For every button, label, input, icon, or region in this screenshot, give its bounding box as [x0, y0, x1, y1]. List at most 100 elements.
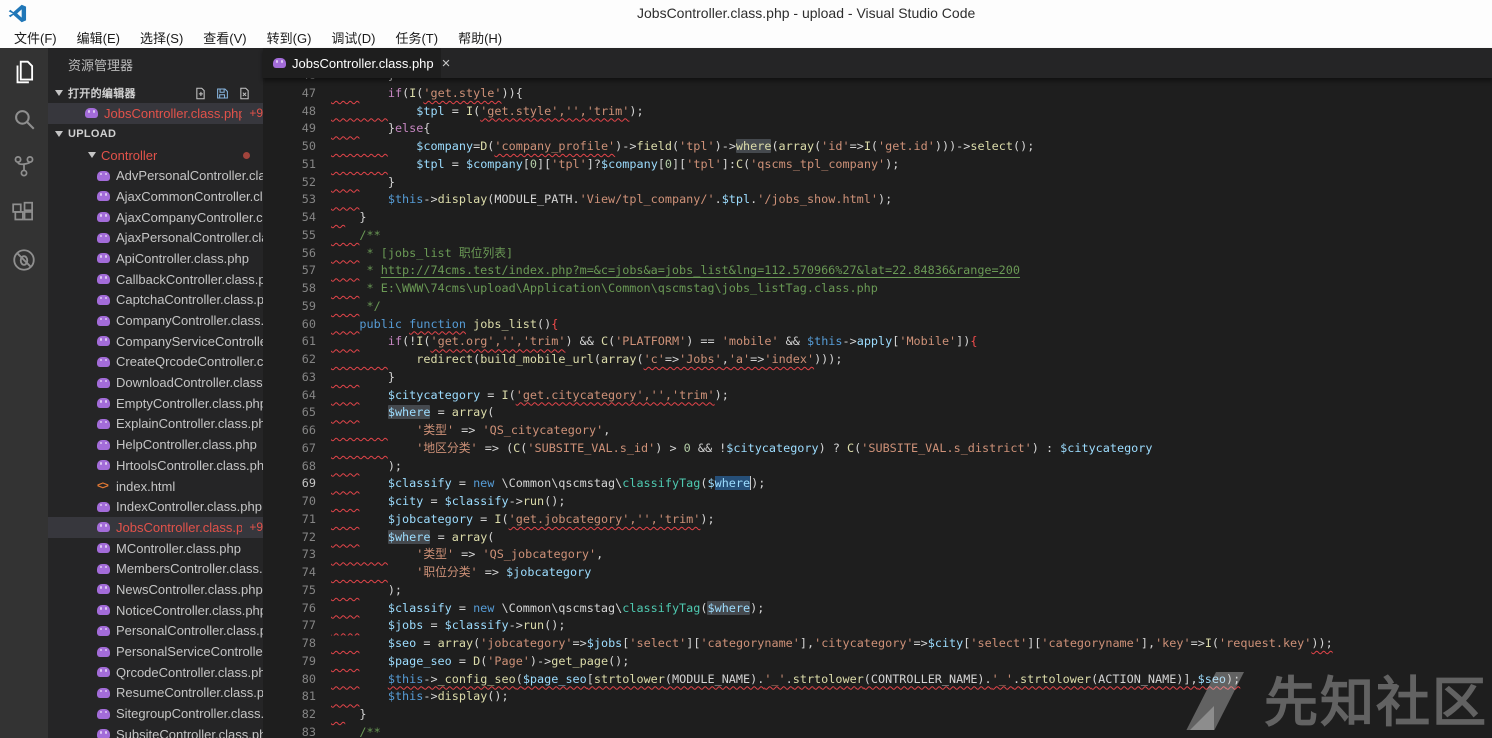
code-line[interactable]: 54 } [263, 209, 1333, 227]
tree-item[interactable]: CompanyController.class.p... [48, 310, 263, 331]
tree-item[interactable]: NewsController.class.php [48, 579, 263, 600]
code-line[interactable]: 75 ); [263, 582, 1333, 600]
tree-item[interactable]: AdvPersonalController.clas... [48, 165, 263, 186]
menu-item[interactable]: 转到(G) [257, 28, 322, 47]
code-line[interactable]: 59 */ [263, 298, 1333, 316]
menu-item[interactable]: 任务(T) [385, 28, 448, 47]
tab-jobscontroller[interactable]: JobsController.class.php × [263, 48, 441, 78]
tree-item[interactable]: <>index.html [48, 476, 263, 497]
code-line[interactable]: 66 '类型' => 'QS_citycategory', [263, 422, 1333, 440]
tree-item[interactable]: HrtoolsController.class.php [48, 455, 263, 476]
tree-item[interactable]: EmptyController.class.php [48, 393, 263, 414]
menu-item[interactable]: 文件(F) [4, 28, 67, 47]
line-number: 64 [263, 387, 331, 405]
code-line[interactable]: 55 /** [263, 227, 1333, 245]
tree-item[interactable]: PersonalServiceController.... [48, 641, 263, 662]
line-number: 74 [263, 564, 331, 582]
line-number: 78 [263, 635, 331, 653]
code-line[interactable]: 70 $city = $classify->run(); [263, 493, 1333, 511]
tree-item[interactable]: CreateQrcodeController.cl... [48, 352, 263, 373]
code-editor[interactable]: 46 }47 if(I('get.style')){48 $tpl = I('g… [263, 78, 1492, 738]
tree-item[interactable]: ApiController.class.php [48, 248, 263, 269]
code-line[interactable]: 76 $classify = new \Common\qscmstag\clas… [263, 600, 1333, 618]
code-line[interactable]: 47 if(I('get.style')){ [263, 85, 1333, 103]
code-line[interactable]: 56 * [jobs_list 职位列表] [263, 245, 1333, 263]
tree-item[interactable]: JobsController.class.p..+9 [48, 517, 263, 538]
error-dot [243, 152, 250, 159]
code-line[interactable]: 57 * http://74cms.test/index.php?m=&c=jo… [263, 262, 1333, 280]
folder-section-header[interactable]: UPLOAD [48, 124, 263, 145]
source-control-icon[interactable] [0, 142, 48, 189]
code-line[interactable]: 83 /** [263, 724, 1333, 738]
code-line[interactable]: 50 $company=D('company_profile')->field(… [263, 138, 1333, 156]
tree-item[interactable]: HelpController.class.php [48, 434, 263, 455]
new-file-icon[interactable] [194, 87, 207, 100]
code-line[interactable]: 80 $this->_config_seo($page_seo[strtolow… [263, 671, 1333, 689]
menu-item[interactable]: 编辑(E) [67, 28, 130, 47]
tree-item[interactable]: PersonalController.class.ph.. [48, 621, 263, 642]
tree-item[interactable]: CaptchaController.class.php [48, 290, 263, 311]
code-line[interactable]: 46 } [263, 78, 1333, 85]
php-file-icon [97, 564, 110, 574]
code-line[interactable]: 48 $tpl = I('get.style','','trim'); [263, 103, 1333, 121]
code-line[interactable]: 81 $this->display(); [263, 688, 1333, 706]
tree-item[interactable]: QrcodeController.class.php [48, 662, 263, 683]
code-line[interactable]: 65 $where = array( [263, 404, 1333, 422]
code-line[interactable]: 79 $page_seo = D('Page')->get_page(); [263, 653, 1333, 671]
code-line[interactable]: 82 } [263, 706, 1333, 724]
code-line[interactable]: 62 redirect(build_mobile_url(array('c'=>… [263, 351, 1333, 369]
code-line[interactable]: 68 ); [263, 458, 1333, 476]
line-number: 75 [263, 582, 331, 600]
code-line[interactable]: 52 } [263, 174, 1333, 192]
code-line[interactable]: 69 $classify = new \Common\qscmstag\clas… [263, 475, 1333, 493]
tree-item[interactable]: MController.class.php [48, 538, 263, 559]
code-line[interactable]: 73 '类型' => 'QS_jobcategory', [263, 546, 1333, 564]
php-file-icon [97, 688, 110, 698]
menu-item[interactable]: 查看(V) [193, 28, 256, 47]
close-icon[interactable]: × [442, 56, 451, 71]
item-label: HelpController.class.php [116, 437, 257, 452]
code-line[interactable]: 74 '职位分类' => $jobcategory [263, 564, 1333, 582]
save-all-icon[interactable] [216, 87, 229, 100]
folder-controller[interactable]: Controller [48, 145, 263, 166]
extensions-icon[interactable] [0, 189, 48, 236]
php-file-icon [97, 171, 110, 181]
tree-item[interactable]: NoticeController.class.php [48, 600, 263, 621]
close-all-icon[interactable] [238, 87, 251, 100]
code-line[interactable]: 53 $this->display(MODULE_PATH.'View/tpl_… [263, 191, 1333, 209]
tree-item[interactable]: MembersController.class.p... [48, 558, 263, 579]
code-line[interactable]: 49 }else{ [263, 120, 1333, 138]
code-line[interactable]: 71 $jobcategory = I('get.jobcategory',''… [263, 511, 1333, 529]
php-file-icon [97, 460, 110, 470]
tree-item[interactable]: AjaxCommonController.cla... [48, 186, 263, 207]
debug-disabled-icon[interactable] [0, 236, 48, 283]
open-editors-header[interactable]: 打开的编辑器 [48, 83, 263, 103]
tree-item[interactable]: ExplainController.class.php [48, 414, 263, 435]
tree-item[interactable]: CallbackController.class.php [48, 269, 263, 290]
open-editor-item[interactable]: JobsController.class.php..+9 [48, 103, 263, 124]
tree-item[interactable]: AjaxPersonalController.cla... [48, 227, 263, 248]
search-icon[interactable] [0, 95, 48, 142]
tree-item[interactable]: SitegroupController.class.p.. [48, 703, 263, 724]
code-line[interactable]: 64 $citycategory = I('get.citycategory',… [263, 387, 1333, 405]
code-line[interactable]: 51 $tpl = $company[0]['tpl']?$company[0]… [263, 156, 1333, 174]
code-line[interactable]: 60 public function jobs_list(){ [263, 316, 1333, 334]
menu-item[interactable]: 选择(S) [130, 28, 193, 47]
tree-item[interactable]: DownloadController.class.... [48, 372, 263, 393]
tree-item[interactable]: SubsiteController.class.php [48, 724, 263, 738]
menu-item[interactable]: 调试(D) [321, 28, 385, 47]
tree-item[interactable]: CompanyServiceController... [48, 331, 263, 352]
code-line[interactable]: 58 * E:\WWW\74cms\upload\Application\Com… [263, 280, 1333, 298]
code-line[interactable]: 78 $seo = array('jobcategory'=>$jobs['se… [263, 635, 1333, 653]
code-line[interactable]: 77 $jobs = $classify->run(); [263, 617, 1333, 635]
code-line[interactable]: 67 '地区分类' => (C('SUBSITE_VAL.s_id') > 0 … [263, 440, 1333, 458]
explorer-icon[interactable] [0, 48, 48, 95]
tree-item[interactable]: ResumeController.class.php [48, 683, 263, 704]
code-line[interactable]: 72 $where = array( [263, 529, 1333, 547]
tree-item[interactable]: IndexController.class.php [48, 496, 263, 517]
item-label: SubsiteController.class.php [116, 727, 263, 738]
menu-item[interactable]: 帮助(H) [448, 28, 512, 47]
code-line[interactable]: 61 if(!I('get.org','','trim') && C('PLAT… [263, 333, 1333, 351]
tree-item[interactable]: AjaxCompanyController.cla.. [48, 207, 263, 228]
code-line[interactable]: 63 } [263, 369, 1333, 387]
